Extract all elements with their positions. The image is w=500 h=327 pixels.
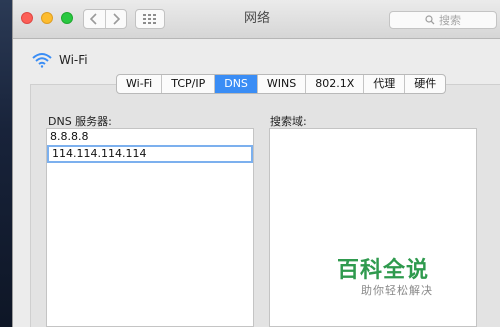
tab-bar: Wi-Fi TCP/IP DNS WINS 802.1X 代理 硬件 (116, 74, 447, 94)
dns-server-row[interactable]: 8.8.8.8 (47, 129, 253, 144)
watermark-subtitle: 助你轻松解决 (361, 284, 433, 297)
dns-servers-label: DNS 服务器: (48, 115, 112, 128)
tab-dns[interactable]: DNS (215, 75, 258, 93)
interface-name: Wi-Fi (59, 53, 88, 67)
dns-servers-list[interactable]: 8.8.8.8 114.114.114.114 (46, 128, 254, 327)
dns-server-row-editing[interactable]: 114.114.114.114 (47, 145, 253, 163)
search-placeholder: 搜索 (439, 14, 461, 27)
network-preferences-window: 网络 搜索 Wi-Fi Wi-Fi TCP/IP DNS WINS 802.1X… (12, 0, 500, 327)
tab-tcpip[interactable]: TCP/IP (162, 75, 216, 93)
tab-wins[interactable]: WINS (258, 75, 307, 93)
search-field[interactable]: 搜索 (389, 11, 497, 29)
title-bar: 网络 搜索 (13, 0, 500, 39)
search-domains-label: 搜索域: (270, 115, 307, 128)
tab-hardware[interactable]: 硬件 (405, 75, 445, 93)
watermark-title: 百科全说 (337, 258, 430, 283)
search-icon (425, 15, 435, 25)
wifi-icon (32, 53, 52, 68)
tab-proxy[interactable]: 代理 (364, 75, 406, 93)
tab-8021x[interactable]: 802.1X (306, 75, 365, 93)
desktop-background (0, 0, 12, 327)
tab-wifi[interactable]: Wi-Fi (117, 75, 163, 93)
